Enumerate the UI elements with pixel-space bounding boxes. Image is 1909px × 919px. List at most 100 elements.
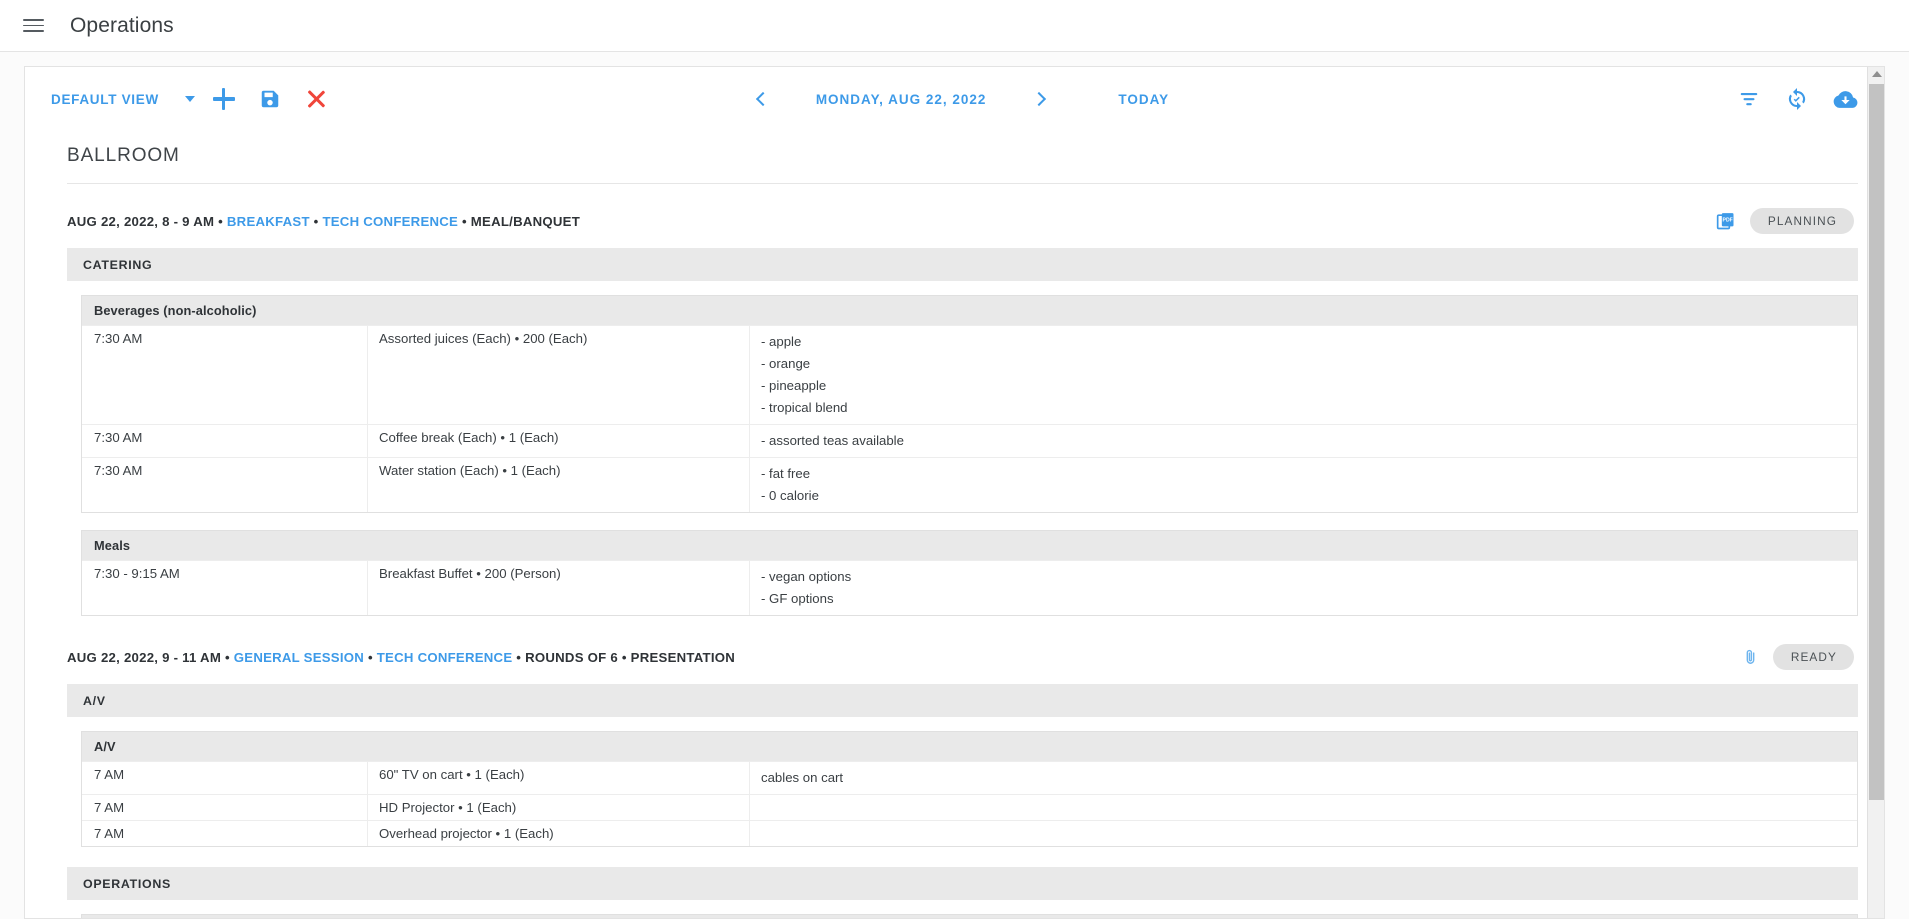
cell-notes	[750, 821, 1857, 846]
table-row[interactable]: 7:30 AM Assorted juices (Each) • 200 (Ea…	[82, 325, 1857, 424]
event-meta: AUG 22, 2022, 8 - 9 AM • BREAKFAST • TEC…	[67, 213, 581, 229]
event-function-link[interactable]: GENERAL SESSION	[234, 650, 364, 665]
event-function-link[interactable]: BREAKFAST	[227, 214, 310, 229]
event-header: AUG 22, 2022, 8 - 9 AM • BREAKFAST • TEC…	[51, 208, 1858, 234]
operations-content: BALLROOM AUG 22, 2022, 8 - 9 AM • BREAKF…	[25, 131, 1884, 918]
today-button[interactable]: TODAY	[1118, 92, 1169, 107]
cell-time: 7:30 AM	[82, 458, 368, 512]
view-selector[interactable]: DEFAULT VIEW	[51, 92, 201, 107]
next-day-button[interactable]	[1018, 77, 1062, 121]
scroll-up-arrow-icon[interactable]	[1871, 71, 1882, 77]
cell-item: 60" TV on cart • 1 (Each)	[368, 762, 750, 794]
cloud-download-icon	[1833, 90, 1857, 108]
subcategory-heading: Beverages (non-alcoholic)	[82, 295, 1857, 325]
note-line: - tropical blend	[761, 400, 848, 415]
save-view-button[interactable]	[247, 76, 293, 122]
cell-time: 7 AM	[82, 762, 368, 794]
event-header: AUG 22, 2022, 9 - 11 AM • GENERAL SESSIO…	[51, 644, 1858, 670]
event-account-link[interactable]: TECH CONFERENCE	[322, 214, 458, 229]
scrollbar-thumb[interactable]	[1869, 84, 1884, 800]
status-badge[interactable]: PLANNING	[1749, 208, 1854, 234]
cell-item: HD Projector • 1 (Each)	[368, 795, 750, 820]
event-setup: PRESENTATION	[630, 649, 736, 665]
chevron-down-icon	[184, 96, 195, 102]
note-line: - assorted teas available	[761, 433, 904, 448]
subcategory-table: A/V 7 AM 60" TV on cart • 1 (Each) cable…	[81, 731, 1858, 847]
event-account-link[interactable]: TECH CONFERENCE	[377, 650, 513, 665]
filter-icon	[1740, 93, 1758, 106]
sync-check-icon	[1788, 88, 1806, 110]
svg-text:PDF: PDF	[1722, 218, 1732, 224]
cell-item: Breakfast Buffet • 200 (Person)	[368, 561, 750, 615]
cell-item: Coffee break (Each) • 1 (Each)	[368, 425, 750, 457]
page-title: Operations	[70, 13, 174, 37]
download-button[interactable]	[1828, 82, 1862, 116]
save-icon	[261, 90, 279, 108]
table-row[interactable]: 7 AM HD Projector • 1 (Each)	[82, 794, 1857, 820]
note-line: - GF options	[761, 591, 834, 606]
category-header: A/V	[67, 684, 1858, 717]
close-icon	[306, 89, 326, 109]
category-header: CATERING	[67, 248, 1858, 281]
vertical-scrollbar[interactable]	[1867, 67, 1884, 918]
current-date-label[interactable]: MONDAY, AUG 22, 2022	[784, 92, 1019, 107]
note-line: - orange	[761, 356, 811, 371]
cell-item: Overhead projector • 1 (Each)	[368, 821, 750, 846]
cell-time: 7:30 - 9:15 AM	[82, 561, 368, 615]
cell-notes: - apple - orange - pineapple - tropical …	[750, 326, 1857, 424]
table-row[interactable]: 7:30 AM Coffee break (Each) • 1 (Each) -…	[82, 424, 1857, 457]
subcategory-table: Furniture 8' Rounds • 30 (Each)	[81, 914, 1858, 918]
cell-notes: cables on cart	[750, 762, 1857, 794]
event-datetime: AUG 22, 2022, 8 - 9 AM	[67, 213, 215, 229]
hamburger-menu-icon[interactable]	[18, 11, 48, 41]
event-meta: AUG 22, 2022, 9 - 11 AM • GENERAL SESSIO…	[67, 649, 736, 665]
category-header: OPERATIONS	[67, 867, 1858, 900]
add-icon	[212, 88, 235, 110]
cell-notes: - vegan options - GF options	[750, 561, 1857, 615]
previous-day-button[interactable]	[740, 77, 784, 121]
note-line: - fat free	[761, 466, 811, 481]
event-datetime: AUG 22, 2022, 9 - 11 AM	[67, 649, 222, 665]
paperclip-icon[interactable]	[1742, 647, 1759, 667]
chevron-right-icon	[1031, 91, 1046, 107]
table-row[interactable]: 7:30 - 9:15 AM Breakfast Buffet • 200 (P…	[82, 560, 1857, 615]
subcategory-table: Beverages (non-alcoholic) 7:30 AM Assort…	[81, 295, 1858, 513]
subcategory-heading: Meals	[82, 530, 1857, 560]
room-name: BALLROOM	[67, 145, 180, 166]
table-row[interactable]: 7:30 AM Water station (Each) • 1 (Each) …	[82, 457, 1857, 512]
cell-notes: - assorted teas available	[750, 425, 1857, 457]
content-card: DEFAULT VIEW MONDAY, AUG 22, 2022 TODAY …	[24, 66, 1885, 919]
toolbar-right-group	[1732, 82, 1862, 116]
sync-button[interactable]	[1780, 82, 1814, 116]
add-view-button[interactable]	[201, 76, 247, 122]
subcategory-heading: A/V	[82, 731, 1857, 761]
cell-notes	[750, 795, 1857, 820]
subcategory-heading: Furniture	[82, 914, 1857, 918]
pdf-icon[interactable]: PDF	[1716, 211, 1736, 231]
chevron-left-icon	[756, 91, 771, 107]
cell-item: Water station (Each) • 1 (Each)	[368, 458, 750, 512]
cell-notes: - fat free - 0 calorie	[750, 458, 1857, 512]
operations-scroll-region[interactable]: BALLROOM AUG 22, 2022, 8 - 9 AM • BREAKF…	[25, 131, 1884, 918]
event-block: AUG 22, 2022, 8 - 9 AM • BREAKFAST • TEC…	[51, 184, 1858, 616]
event-header-actions: PDF PLANNING	[1716, 208, 1854, 234]
page-canvas: DEFAULT VIEW MONDAY, AUG 22, 2022 TODAY …	[0, 52, 1909, 919]
cell-time: 7:30 AM	[82, 326, 368, 424]
toolbar-left-group: DEFAULT VIEW	[51, 76, 339, 122]
table-row[interactable]: 7 AM Overhead projector • 1 (Each)	[82, 820, 1857, 846]
subcategory-table: Meals 7:30 - 9:15 AM Breakfast Buffet • …	[81, 530, 1858, 616]
event-header-actions: READY	[1742, 644, 1854, 670]
note-line: - pineapple	[761, 378, 827, 393]
filter-button[interactable]	[1732, 82, 1766, 116]
cell-time: 7 AM	[82, 821, 368, 846]
cell-time: 7 AM	[82, 795, 368, 820]
toolbar: DEFAULT VIEW MONDAY, AUG 22, 2022 TODAY	[25, 67, 1884, 131]
note-line: - 0 calorie	[761, 488, 819, 503]
table-row[interactable]: 7 AM 60" TV on cart • 1 (Each) cables on…	[82, 761, 1857, 794]
event-block: AUG 22, 2022, 9 - 11 AM • GENERAL SESSIO…	[51, 616, 1858, 918]
status-badge[interactable]: READY	[1772, 644, 1854, 670]
event-setup: MEAL/BANQUET	[470, 213, 581, 229]
delete-view-button[interactable]	[293, 76, 339, 122]
view-selector-label: DEFAULT VIEW	[51, 91, 159, 107]
app-bar: Operations	[0, 0, 1909, 52]
